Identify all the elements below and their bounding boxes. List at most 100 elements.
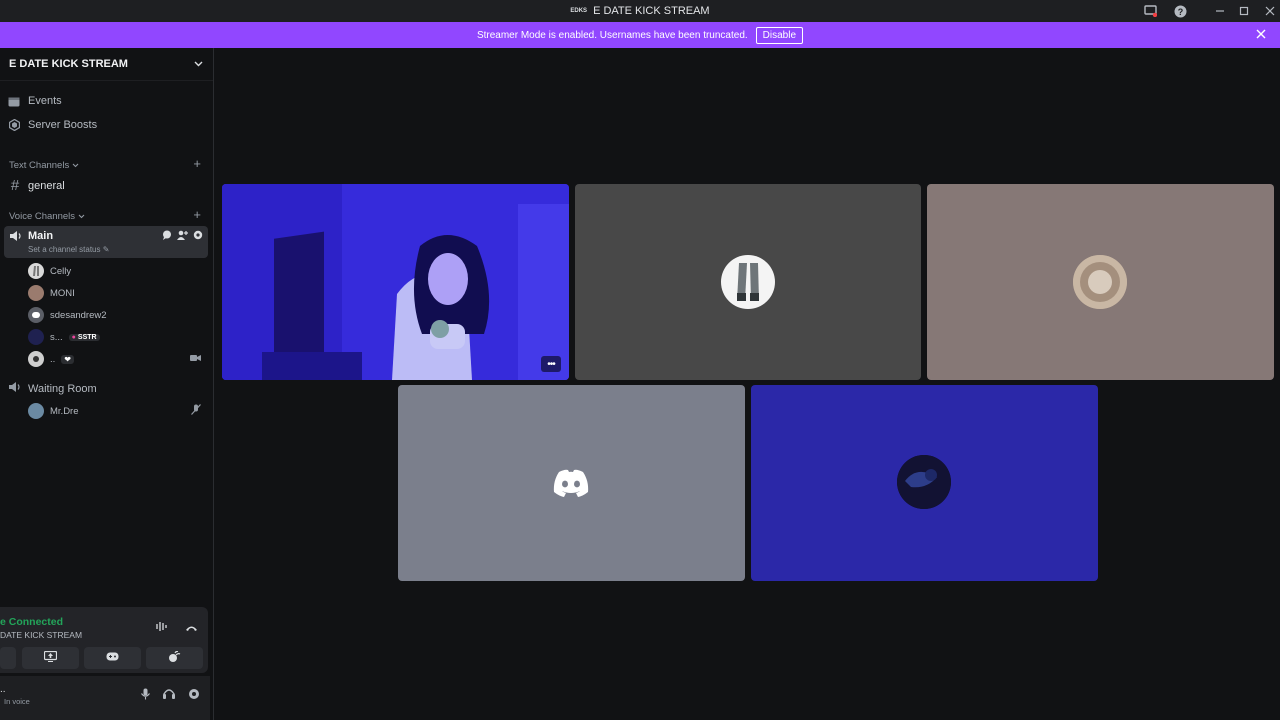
text-channels-category[interactable]: Text Channels [9,160,79,171]
server-header[interactable]: E DATE KICK STREAM [0,48,213,81]
user-name: Celly [50,265,72,277]
microphone-icon[interactable] [141,688,150,703]
banner-message: Streamer Mode is enabled. Usernames have… [476,29,748,41]
window-title-group: EDKS E DATE KICK STREAM [0,0,1280,22]
maximize-icon[interactable] [1230,0,1258,22]
invite-icon[interactable] [177,230,188,243]
channel-label: Main [28,230,54,242]
headphones-icon[interactable] [163,688,175,703]
video-stream-frame [222,184,569,380]
current-user-name[interactable]: .. [0,684,6,695]
camera-icon [190,354,201,365]
user-controls [141,688,200,703]
discord-logo-icon [552,469,590,502]
voice-user[interactable]: Mr.Dre [28,403,79,419]
video-stream-tile[interactable]: ••• [222,184,569,380]
tag-label: SSTR [77,333,97,341]
close-window-icon[interactable] [1256,0,1280,22]
user-name: s... [50,331,63,343]
channel-general[interactable]: # general [8,177,65,194]
voice-status[interactable]: e Connected [0,616,63,628]
disable-streamer-mode-button[interactable]: Disable [755,26,804,44]
svg-text:?: ? [1177,7,1183,17]
channel-label: Waiting Room [28,382,97,395]
status-placeholder: Set a channel status [28,245,101,254]
avatar [28,329,44,345]
speaker-icon [8,380,22,397]
voice-server-name: DATE KICK STREAM [0,630,83,640]
soundboard-button[interactable] [146,647,203,669]
voice-channel-waiting-room[interactable]: Waiting Room [8,380,97,397]
close-banner-icon[interactable] [1256,26,1266,42]
server-icon-short: EDKS [570,8,588,14]
category-label: Voice Channels [9,211,76,222]
activities-button[interactable] [84,647,141,669]
window-title: E DATE KICK STREAM [593,5,710,17]
gamepad-icon [106,652,119,664]
voice-channel-main[interactable]: Main Set a channel status ✎ [4,226,208,258]
channel-label: general [28,179,65,192]
user-name: sdesandrew2 [50,309,107,321]
muted-mic-icon [191,404,201,418]
gear-icon[interactable] [193,230,203,243]
avatar [897,455,951,509]
sidebar-item-label: Server Boosts [28,119,98,131]
hash-icon: # [10,177,20,194]
add-voice-channel-icon[interactable]: + [193,207,201,222]
channel-actions [162,230,203,243]
add-text-channel-icon[interactable]: + [193,156,201,171]
user-panel: .. In voice [0,676,210,720]
avatar [28,351,44,367]
category-label: Text Channels [9,160,70,171]
chevron-down-icon [194,58,203,70]
avatar [28,307,44,323]
participant-tile[interactable] [398,385,745,581]
share-screen-button[interactable] [22,647,79,669]
voice-user[interactable]: Celly [28,263,71,279]
title-bar: EDKS E DATE KICK STREAM ? [0,0,1280,22]
disconnect-icon[interactable] [185,621,198,635]
participant-tile[interactable] [575,184,921,380]
avatar [721,255,775,309]
streamer-mode-banner: Streamer Mode is enabled. Usernames have… [0,22,1280,48]
avatar [28,263,44,279]
set-channel-status[interactable]: Set a channel status ✎ [28,245,109,254]
sidebar-item-server-boosts[interactable]: Server Boosts [8,119,97,131]
camera-button[interactable] [0,647,16,669]
avatar [1073,255,1127,309]
voice-user[interactable]: MONI [28,285,75,301]
voice-panel-controls [156,621,198,635]
chat-icon[interactable] [162,230,172,243]
inbox-icon[interactable] [1136,0,1164,22]
help-icon[interactable]: ? [1166,0,1194,22]
user-name: .. [50,353,56,365]
sidebar-item-label: Events [28,95,62,107]
voice-channels-category[interactable]: Voice Channels [9,211,85,222]
tag-icon: ● [71,333,76,341]
pencil-icon: ✎ [102,245,110,254]
current-user-status: In voice [4,697,30,706]
participant-tile[interactable] [927,184,1274,380]
participant-tile[interactable] [751,385,1098,581]
screen-share-icon [43,650,58,665]
speaker-icon [9,230,23,245]
chevron-down-icon [72,160,79,171]
boost-icon [8,119,20,131]
voice-user[interactable]: sdesandrew2 [28,307,107,323]
calendar-icon [8,95,20,107]
voice-user[interactable]: s... ● SSTR [28,329,100,345]
chevron-down-icon [78,211,85,222]
voice-connection-panel: e Connected DATE KICK STREAM [0,607,208,673]
user-settings-gear-icon[interactable] [188,688,200,703]
user-name: Mr.Dre [50,405,79,417]
voice-user[interactable]: .. ❤ [28,351,74,367]
server-name: E DATE KICK STREAM [9,58,128,70]
heart-icon: ❤ [61,354,74,364]
noise-suppression-icon[interactable] [156,621,169,635]
avatar [28,285,44,301]
role-tag: ● SSTR [68,333,100,341]
soundboard-icon [168,650,181,666]
avatar [28,403,44,419]
more-options-button[interactable]: ••• [541,356,561,372]
sidebar-item-events[interactable]: Events [8,95,62,107]
